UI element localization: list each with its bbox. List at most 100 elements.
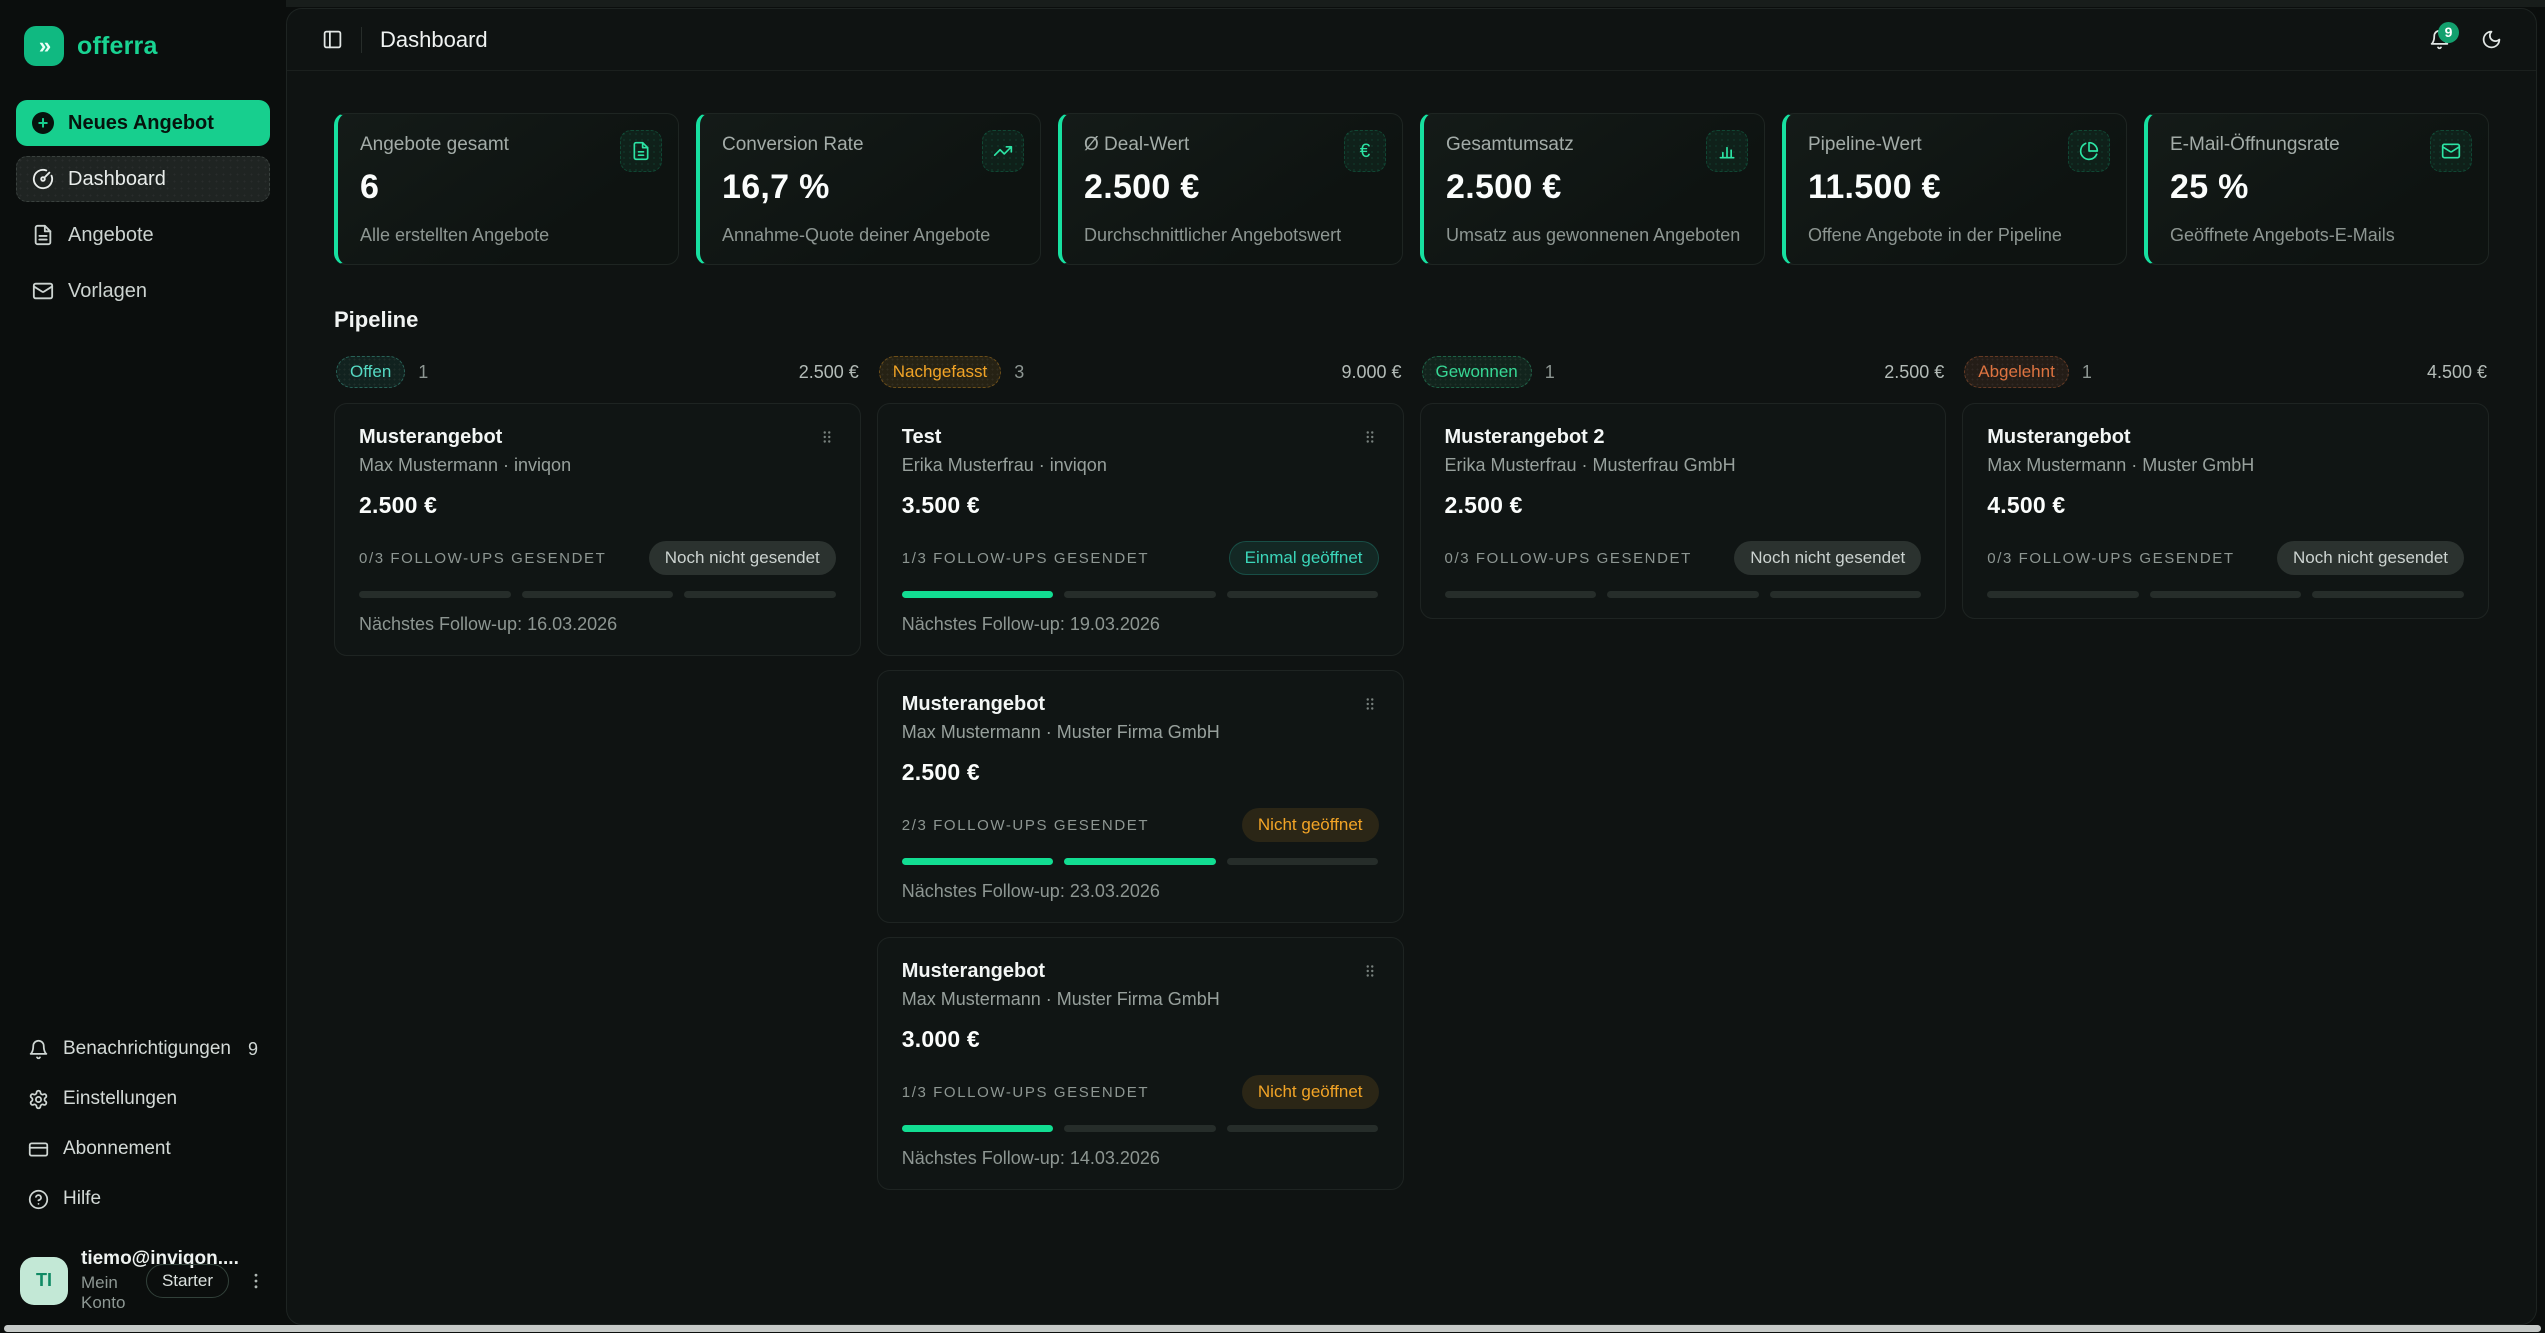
account-email: tiemo@inviqon....: [81, 1248, 131, 1270]
footer-label: Hilfe: [63, 1188, 101, 1210]
plus-circle-icon: +: [32, 112, 54, 134]
main-panel: Dashboard 9 Angebote gesamt 6: [286, 8, 2537, 1325]
status-badge: Nicht geöffnet: [1242, 808, 1379, 842]
status-badge: Einmal geöffnet: [1229, 541, 1379, 575]
deal-card[interactable]: Musterangebot Max Mustermann · inviqon 2…: [334, 403, 861, 656]
sidebar-footer-nav: Benachrichtigungen 9 Einstellungen Abonn…: [16, 1028, 270, 1220]
topbar-divider: [361, 27, 362, 53]
brand[interactable]: » offerra: [16, 26, 270, 66]
sidebar-item-angebote[interactable]: Angebote: [16, 212, 270, 258]
sidebar-item-dashboard[interactable]: Dashboard: [16, 156, 270, 202]
stat-card-pipeline-wert: Pipeline-Wert 11.500 € Offene Angebote i…: [1782, 113, 2127, 265]
nav-label: Neues Angebot: [68, 112, 214, 135]
sidebar-item-hilfe[interactable]: Hilfe: [16, 1178, 270, 1220]
deal-title: Test: [902, 426, 942, 449]
pie-chart-icon: [2068, 130, 2110, 172]
column-count: 1: [1545, 362, 1555, 383]
credit-card-icon: [28, 1139, 49, 1160]
stat-description: Alle erstellten Angebote: [360, 225, 656, 246]
followup-progress: [1987, 591, 2464, 598]
column-header: Nachgefasst 3 9.000 €: [877, 355, 1404, 389]
deal-amount: 3.500 €: [902, 492, 1379, 519]
theme-toggle-button[interactable]: [2472, 21, 2510, 59]
sidebar-item-benachrichtigungen[interactable]: Benachrichtigungen 9: [16, 1028, 270, 1070]
followup-progress: [1445, 591, 1922, 598]
stat-card-deal-wert: Ø Deal-Wert 2.500 € Durchschnittlicher A…: [1058, 113, 1403, 265]
account-row[interactable]: TI tiemo@inviqon.... Mein Konto Starter: [16, 1242, 270, 1315]
followups-label: 0/3 FOLLOW-UPS GESENDET: [1445, 550, 1692, 567]
help-circle-icon: [28, 1189, 49, 1210]
column-status-badge: Gewonnen: [1422, 356, 1532, 388]
column-status-badge: Offen: [336, 356, 405, 388]
trending-up-icon: [982, 130, 1024, 172]
pipeline-column-abgelehnt: Abgelehnt 1 4.500 € Musterangebot Max Mu…: [1962, 355, 2489, 619]
stat-description: Umsatz aus gewonnenen Angeboten: [1446, 225, 1742, 246]
stats-row: Angebote gesamt 6 Alle erstellten Angebo…: [334, 113, 2489, 265]
topbar-actions: 9: [2420, 21, 2510, 59]
followup-progress: [359, 591, 836, 598]
column-total: 9.000 €: [1341, 362, 1401, 383]
followup-progress: [902, 858, 1379, 865]
stat-card-gesamtumsatz: Gesamtumsatz 2.500 € Umsatz aus gewonnen…: [1420, 113, 1765, 265]
deal-amount: 2.500 €: [1445, 492, 1922, 519]
footer-label: Benachrichtigungen: [63, 1038, 231, 1060]
notifications-button[interactable]: 9: [2420, 21, 2458, 59]
account-menu-button[interactable]: [246, 1271, 266, 1291]
brand-name: offerra: [77, 32, 158, 61]
bar-chart-icon: [1706, 130, 1748, 172]
notification-count: 9: [248, 1039, 258, 1060]
sidebar-item-einstellungen[interactable]: Einstellungen: [16, 1078, 270, 1120]
deal-card[interactable]: Musterangebot Max Mustermann · Muster Fi…: [877, 937, 1404, 1190]
stat-value: 6: [360, 168, 656, 207]
gear-icon: [28, 1089, 49, 1110]
stat-description: Offene Angebote in der Pipeline: [1808, 225, 2104, 246]
plan-badge: Starter: [146, 1264, 229, 1298]
followups-label: 2/3 FOLLOW-UPS GESENDET: [902, 817, 1149, 834]
deal-amount: 2.500 €: [359, 492, 836, 519]
account-subtitle: Mein Konto: [81, 1273, 131, 1313]
deal-card[interactable]: Musterangebot 2 Erika Musterfrau · Muste…: [1420, 403, 1947, 619]
sidebar-toggle-button[interactable]: [313, 21, 351, 59]
drag-handle-icon[interactable]: [1361, 428, 1379, 446]
notifications-badge: 9: [2438, 22, 2459, 43]
column-status-badge: Nachgefasst: [879, 356, 1002, 388]
followup-progress: [902, 591, 1379, 598]
sidebar-item-abonnement[interactable]: Abonnement: [16, 1128, 270, 1170]
file-icon: [620, 130, 662, 172]
pipeline-column-gewonnen: Gewonnen 1 2.500 € Musterangebot 2 Erika…: [1420, 355, 1947, 619]
stat-description: Annahme-Quote deiner Angebote: [722, 225, 1018, 246]
sidebar-item-vorlagen[interactable]: Vorlagen: [16, 268, 270, 314]
stat-value: 2.500 €: [1084, 168, 1380, 207]
deal-title: Musterangebot: [902, 960, 1045, 983]
pipeline-column-offen: Offen 1 2.500 € Musterangebot Max: [334, 355, 861, 656]
app-root: » offerra + Neues Angebot Dashboard Ange…: [0, 0, 2545, 1333]
sidebar-spacer: [16, 314, 270, 1028]
drag-handle-icon[interactable]: [1361, 695, 1379, 713]
column-status-badge: Abgelehnt: [1964, 356, 2069, 388]
panel-left-icon: [322, 29, 343, 50]
stat-value: 2.500 €: [1446, 168, 1742, 207]
deal-contact: Max Mustermann · Muster Firma GmbH: [902, 722, 1379, 743]
page-title: Dashboard: [380, 27, 488, 53]
footer-label: Einstellungen: [63, 1088, 177, 1110]
horizontal-scrollbar[interactable]: [4, 1325, 2541, 1332]
column-total: 4.500 €: [2427, 362, 2487, 383]
mail-icon: [2430, 130, 2472, 172]
stat-label: Pipeline-Wert: [1808, 134, 2104, 156]
pipeline-board: Offen 1 2.500 € Musterangebot Max: [334, 355, 2489, 1190]
sidebar-item-neues-angebot[interactable]: + Neues Angebot: [16, 100, 270, 146]
column-count: 3: [1014, 362, 1024, 383]
column-header: Gewonnen 1 2.500 €: [1420, 355, 1947, 389]
deal-contact: Max Mustermann · Muster GmbH: [1987, 455, 2464, 476]
deal-card[interactable]: Musterangebot Max Mustermann · Muster Gm…: [1962, 403, 2489, 619]
status-badge: Noch nicht gesendet: [2277, 541, 2464, 575]
brand-logo-icon: »: [24, 26, 64, 66]
deal-card[interactable]: Test Erika Musterfrau · inviqon 3.500 € …: [877, 403, 1404, 656]
deal-card[interactable]: Musterangebot Max Mustermann · Muster Fi…: [877, 670, 1404, 923]
drag-handle-icon[interactable]: [1361, 962, 1379, 980]
topbar: Dashboard 9: [287, 9, 2536, 71]
column-header: Abgelehnt 1 4.500 €: [1962, 355, 2489, 389]
drag-handle-icon[interactable]: [818, 428, 836, 446]
moon-icon: [2481, 29, 2502, 50]
deal-contact: Erika Musterfrau · inviqon: [902, 455, 1379, 476]
